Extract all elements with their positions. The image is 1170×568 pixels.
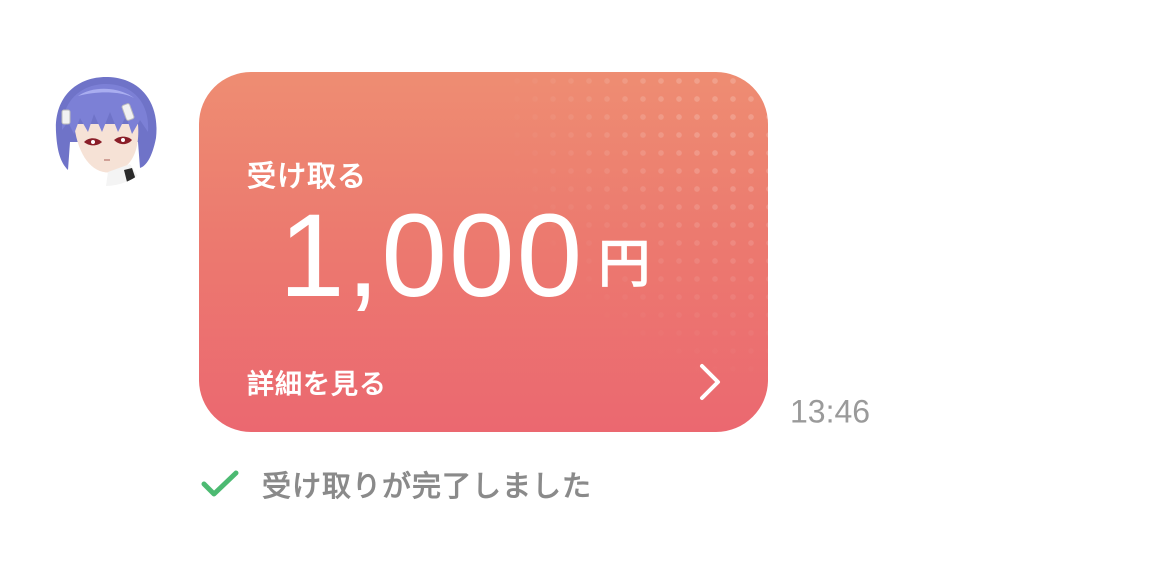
card-title: 受け取る [247, 159, 368, 193]
view-details-link[interactable]: 詳細を見る [247, 363, 387, 402]
status-text: 受け取りが完了しました [262, 469, 593, 503]
checkmark-icon [201, 470, 239, 497]
avatar-image [48, 72, 162, 186]
sender-avatar[interactable] [48, 72, 162, 186]
chevron-right-icon[interactable] [698, 362, 722, 402]
currency-label: 円 [598, 235, 651, 295]
money-transfer-card[interactable]: 受け取る 1,000 円 詳細を見る [199, 72, 768, 432]
amount-value: 1,000 [279, 190, 585, 322]
message-timestamp: 13:46 [790, 393, 871, 430]
receipt-status: 受け取りが完了しました [200, 464, 592, 504]
amount-display: 1,000 円 [279, 197, 650, 317]
chat-message-row: 受け取る 1,000 円 詳細を見る 13:46 受け取りが完了しました [0, 0, 1170, 568]
